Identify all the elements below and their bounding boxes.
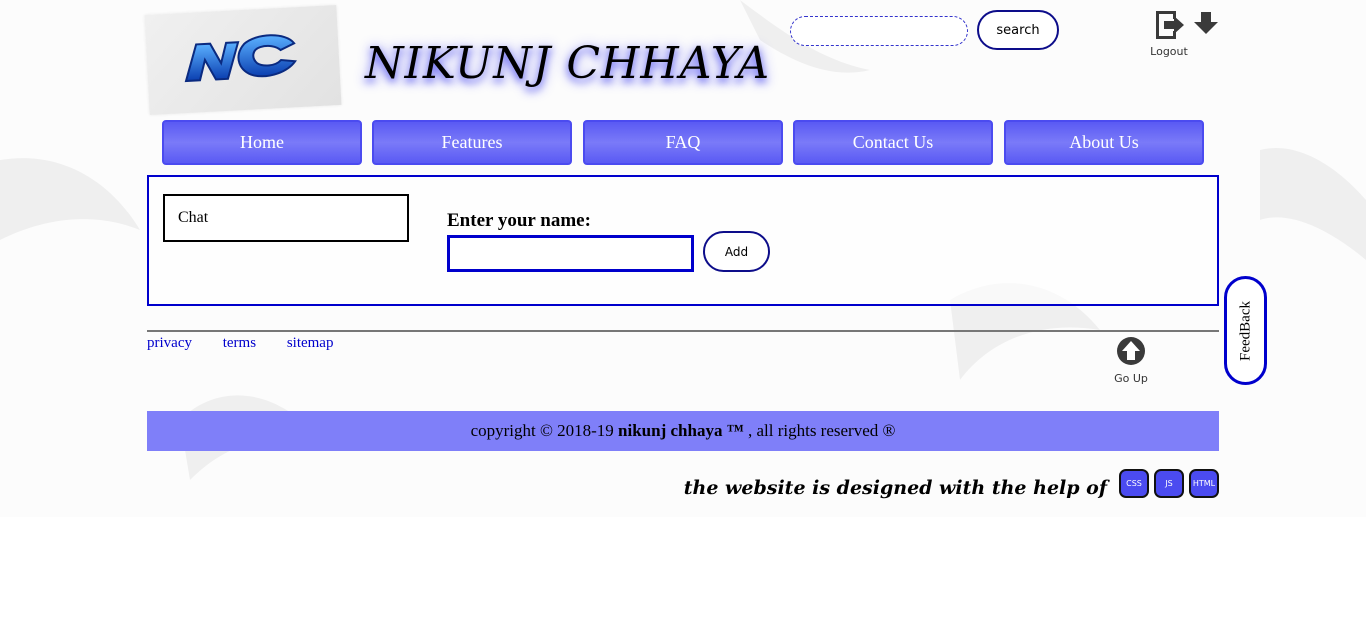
copyright-brand: nikunj chhaya ™	[618, 421, 744, 440]
nav-item-faq[interactable]: FAQ	[583, 120, 783, 165]
nc-logo-icon	[184, 34, 297, 83]
nav-item-features[interactable]: Features	[372, 120, 572, 165]
up-arrow-circle-icon	[1117, 337, 1145, 365]
chat-tab[interactable]: Chat	[163, 194, 409, 242]
chat-panel: Chat Enter your name: Add	[147, 175, 1219, 306]
download-arrow-icon	[1194, 12, 1218, 34]
footer-links: privacy terms sitemap	[147, 335, 360, 352]
page: NIKUNJ CHHAYA search Logout Home Feature…	[0, 0, 1366, 517]
copyright-prefix: copyright © 2018-19	[470, 421, 619, 440]
search-button[interactable]: search	[977, 10, 1059, 50]
site-logo[interactable]	[144, 5, 342, 115]
name-input[interactable]	[447, 235, 694, 272]
go-up-button[interactable]: Go Up	[1111, 336, 1151, 385]
download-button[interactable]	[1193, 11, 1219, 40]
nav-item-home[interactable]: Home	[162, 120, 362, 165]
go-up-label: Go Up	[1114, 372, 1148, 385]
nav-item-contact-us[interactable]: Contact Us	[793, 120, 993, 165]
feedback-label: FeedBack	[1237, 300, 1253, 361]
logout-label: Logout	[1150, 45, 1188, 58]
name-label: Enter your name:	[447, 210, 591, 231]
feedback-tab[interactable]: FeedBack	[1224, 276, 1267, 385]
privacy-link[interactable]: privacy	[147, 335, 192, 351]
search-input[interactable]	[790, 16, 968, 46]
logout-arrow-icon	[1156, 11, 1184, 39]
add-button[interactable]: Add	[703, 231, 770, 272]
footer-divider	[147, 330, 1219, 332]
terms-link[interactable]: terms	[223, 335, 256, 351]
html-badge-icon: HTML	[1189, 469, 1219, 498]
logout-button[interactable]: Logout	[1145, 8, 1193, 58]
copyright-suffix: , all rights reserved ®	[743, 421, 896, 440]
nav-item-about-us[interactable]: About Us	[1004, 120, 1204, 165]
copyright-bar: copyright © 2018-19 nikunj chhaya ™ , al…	[147, 411, 1219, 451]
designed-with-text: the website is designed with the help of	[683, 477, 1107, 499]
js-badge-icon: JS	[1154, 469, 1184, 498]
site-title: NIKUNJ CHHAYA	[365, 38, 771, 89]
css-badge-icon: CSS	[1119, 469, 1149, 498]
main-navigation: Home Features FAQ Contact Us About Us	[162, 120, 1204, 165]
sitemap-link[interactable]: sitemap	[287, 335, 334, 351]
